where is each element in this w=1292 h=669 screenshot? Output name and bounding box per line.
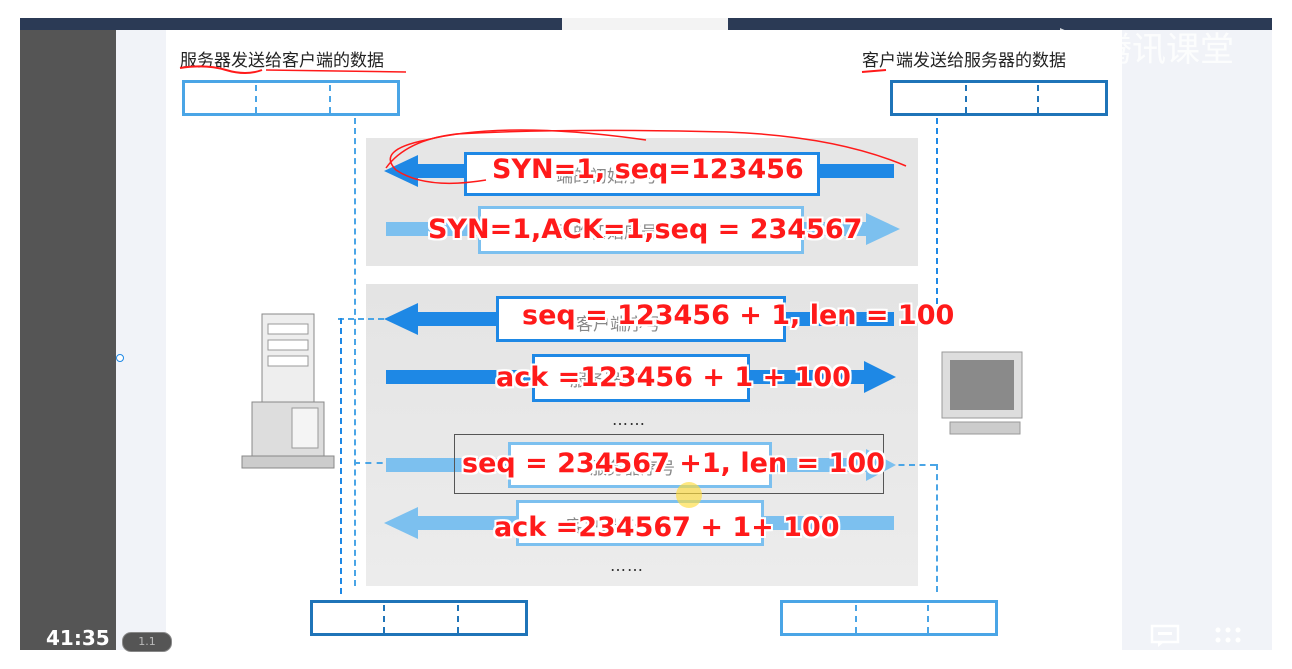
annotation-server-seq[interactable]: seq = 234567 +1, len = 100 bbox=[462, 448, 885, 479]
brand-name: 腾讯课堂 bbox=[1098, 30, 1234, 70]
annotation-client-seq: seq = 123456 + 1, len = 100 bbox=[522, 300, 955, 331]
annotation-syn: SYN=1, seq=123456 bbox=[492, 154, 804, 185]
window-tab bbox=[562, 18, 728, 30]
timecode: 41:35 bbox=[46, 626, 110, 650]
client-data-buffer bbox=[890, 80, 1108, 116]
comment-icon[interactable] bbox=[1150, 624, 1180, 648]
resize-handle[interactable] bbox=[116, 354, 124, 362]
client-received-buffer bbox=[780, 600, 998, 636]
client-dashed-line bbox=[936, 118, 938, 314]
server-data-buffer bbox=[182, 80, 400, 116]
ellipsis-1: …… bbox=[612, 410, 646, 429]
grid-icon[interactable] bbox=[1214, 626, 1244, 646]
computer-monitor-icon bbox=[941, 351, 1023, 435]
ellipsis-2: …… bbox=[610, 556, 644, 575]
server-dashed-line bbox=[354, 118, 356, 586]
server-received-buffer bbox=[310, 600, 528, 636]
cursor-highlight bbox=[676, 482, 702, 508]
server-icon bbox=[241, 313, 335, 469]
client-down-line bbox=[936, 464, 938, 592]
annotation-syn-ack: SYN=1,ACK=1,seq = 234567 bbox=[428, 214, 863, 245]
slide: 服务器发送给客户端的数据 客户端发送给服务器的数据 端的初始序号 器的初始序号 bbox=[166, 30, 1122, 650]
annotation-client-ack: ack =234567 + 1+ 100 bbox=[494, 512, 840, 543]
left-panel bbox=[20, 30, 116, 650]
list-icon[interactable] bbox=[1086, 626, 1114, 646]
play-logo-icon bbox=[1060, 28, 1090, 54]
speed-badge[interactable]: 1.1 bbox=[122, 632, 172, 652]
annotation-server-ack: ack =123456 + 1 + 100 bbox=[496, 362, 851, 393]
